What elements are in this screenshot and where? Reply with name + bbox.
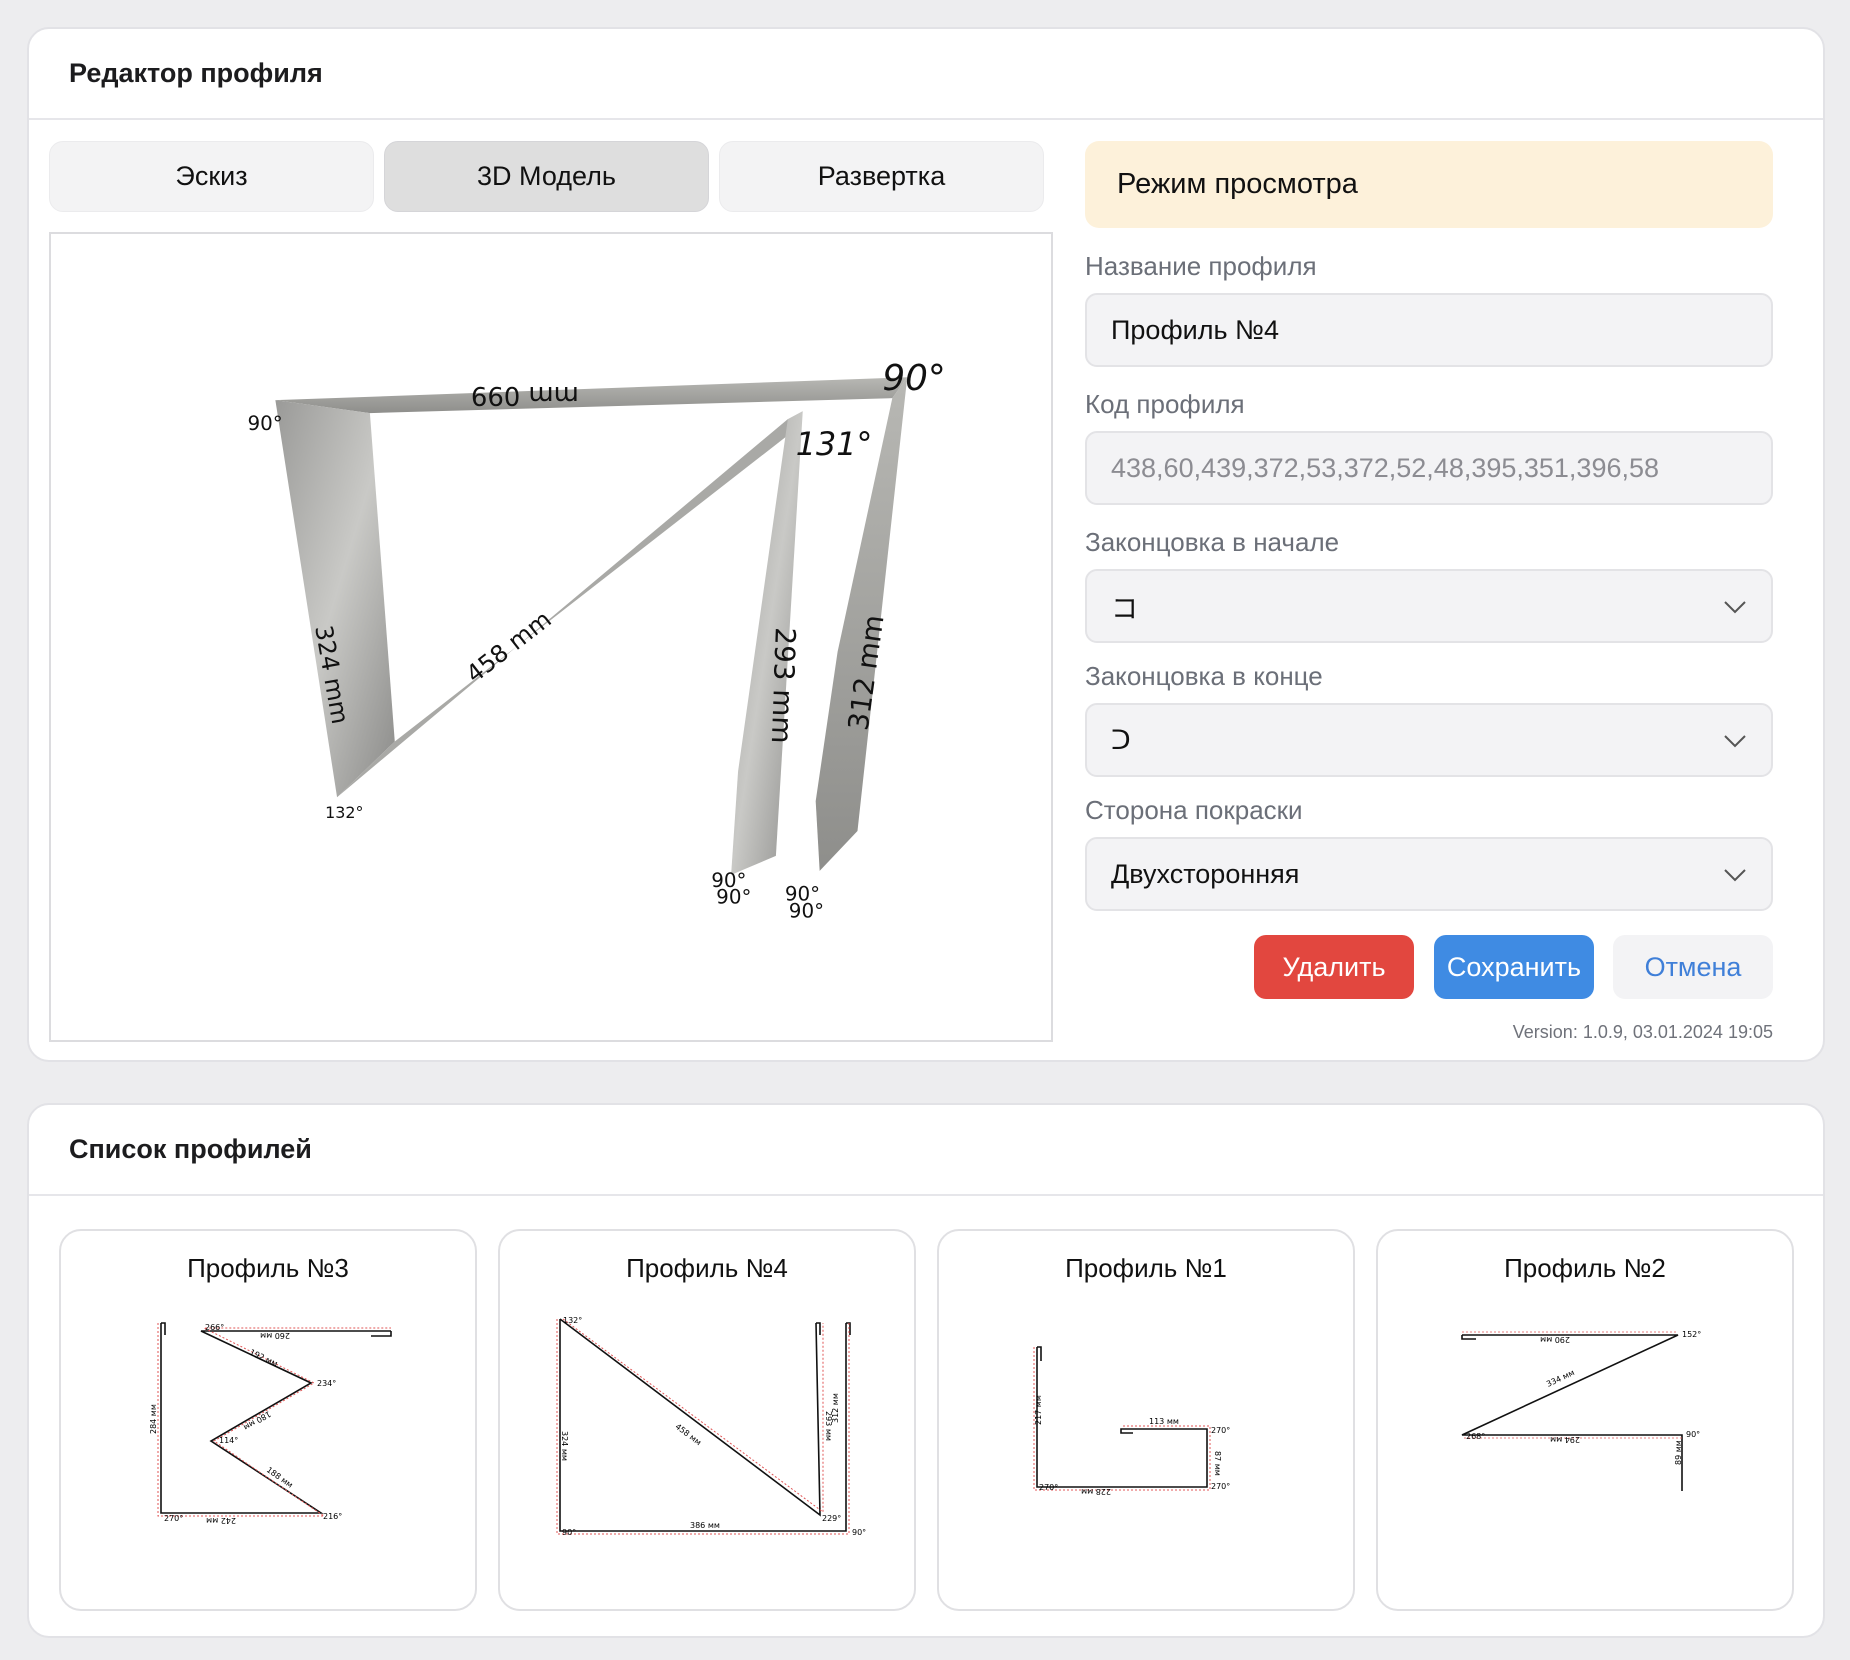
dim-label: 312 мм	[831, 1393, 840, 1423]
paint-side-value: Двухсторонняя	[1111, 858, 1300, 889]
profile-code-field[interactable]: 438,60,439,372,53,372,52,48,395,351,396,…	[1085, 431, 1773, 505]
angle-label: 270°	[164, 1514, 183, 1523]
tab-unfold[interactable]: Развертка	[719, 141, 1044, 212]
angle-top-left: 90°	[248, 412, 283, 435]
angle-label: 114°	[219, 1436, 238, 1445]
view-mode-banner: Режим просмотра	[1085, 141, 1773, 228]
profile-card-title: Профиль №4	[626, 1253, 788, 1283]
paint-side-select[interactable]: Двухсторонняя	[1085, 837, 1773, 911]
3d-viewer[interactable]: mm 099 324 mm 458 mm 293 mm 312 mm 90° 9…	[49, 232, 1053, 1042]
angle-label: 270°	[1211, 1482, 1230, 1491]
dim-label: 290 мм	[1540, 1335, 1570, 1344]
profile-code-label: Код профиля	[1085, 389, 1245, 419]
dim-label: 386 мм	[690, 1521, 720, 1530]
angle-bottom-left: 132°	[325, 803, 363, 822]
profile-card-title: Профиль №2	[1504, 1253, 1666, 1283]
profile-card[interactable]: Профиль №4 132° 324 мм 458 мм 293 мм 312…	[498, 1229, 916, 1611]
angle-label: 90°	[852, 1528, 866, 1537]
angle-bottom-2b: 90°	[789, 900, 824, 923]
profile-list-card: Список профилей Профиль №3 260 мм 192 мм…	[27, 1103, 1825, 1638]
tab-3d-model[interactable]: 3D Модель	[384, 141, 709, 212]
dim-label: 260 мм	[260, 1331, 290, 1340]
angle-label: 270°	[1211, 1426, 1230, 1435]
angle-label: 152°	[1682, 1330, 1701, 1339]
dim-label: 228 мм	[1081, 1487, 1111, 1496]
profile-code-value: 438,60,439,372,53,372,52,48,395,351,396,…	[1111, 452, 1660, 483]
end-ending-select[interactable]: ᑐ	[1085, 703, 1773, 777]
end-ending-value: ᑐ	[1111, 724, 1131, 755]
3d-model-canvas[interactable]: mm 099 324 mm 458 mm 293 mm 312 mm 90° 9…	[51, 234, 1051, 1040]
dim-label: 242 мм	[206, 1516, 236, 1525]
profile-name-value: Профиль №4	[1111, 314, 1280, 345]
profile-card[interactable]: Профиль №3 260 мм 192 мм 234° 180 мм 114…	[59, 1229, 477, 1611]
profile-thumbnail: 217 мм 113 мм 270° 87 мм 270° 228 мм 270…	[1033, 1346, 1230, 1496]
profile-thumbnail: 260 мм 192 мм 234° 180 мм 114° 188 мм 21…	[149, 1322, 392, 1525]
profile-thumbnail: 290 мм 152° 334 мм 268° 294 мм 90° 89 мм	[1461, 1330, 1701, 1491]
dim-label: 89 мм	[1674, 1440, 1683, 1465]
dim-diagonal: 458 mm	[461, 605, 557, 688]
dim-label: 217 мм	[1034, 1395, 1043, 1425]
angle-label: 270°	[1039, 1483, 1058, 1492]
profile-card-title: Профиль №1	[1065, 1253, 1227, 1283]
dim-label: 294 мм	[1550, 1435, 1580, 1444]
dim-label: 458 мм	[674, 1422, 703, 1447]
editor-title: Редактор профиля	[29, 29, 1823, 120]
chevron-down-icon	[1724, 869, 1746, 882]
angle-label: 90°	[562, 1528, 576, 1537]
dim-label: 324 мм	[560, 1431, 569, 1461]
delete-button[interactable]: Удалить	[1254, 935, 1414, 999]
save-button[interactable]: Сохранить	[1434, 935, 1594, 999]
dim-top: mm 099	[471, 380, 579, 410]
angle-label: 234°	[317, 1379, 336, 1388]
chevron-down-icon	[1724, 735, 1746, 748]
diagonal-panel	[337, 419, 800, 798]
chevron-down-icon	[1724, 601, 1746, 614]
angle-bottom-1b: 90°	[716, 886, 751, 909]
tab-sketch[interactable]: Эскиз	[49, 141, 374, 212]
top-panel	[275, 377, 908, 414]
cancel-button[interactable]: Отмена	[1613, 935, 1773, 999]
angle-top-right: 90°	[882, 358, 945, 399]
profile-thumbnail: 132° 324 мм 458 мм 293 мм 312 мм 229° 38…	[556, 1316, 866, 1537]
dim-label: 284 мм	[149, 1404, 158, 1434]
version-info: Version: 1.0.9, 03.01.2024 19:05	[1512, 1022, 1773, 1042]
angle-label: 90°	[1686, 1430, 1700, 1439]
profile-name-field[interactable]: Профиль №4	[1085, 293, 1773, 367]
start-ending-select[interactable]: コ	[1085, 569, 1773, 643]
dim-middle: 293 mm	[765, 627, 802, 744]
profile-card-title: Профиль №3	[187, 1253, 349, 1283]
list-title: Список профилей	[29, 1105, 1823, 1196]
start-ending-value: コ	[1111, 593, 1138, 624]
profile-editor-card: Редактор профиля Эскиз 3D Модель Разверт…	[27, 27, 1825, 1062]
angle-label: 266°	[205, 1323, 224, 1332]
dim-label: 192 мм	[248, 1348, 279, 1369]
profile-card[interactable]: Профиль №2 290 мм 152° 334 мм 268° 294 м…	[1376, 1229, 1794, 1611]
end-ending-label: Законцовка в конце	[1085, 661, 1323, 691]
angle-label: 216°	[323, 1512, 342, 1521]
dim-label: 334 мм	[1545, 1368, 1576, 1389]
profile-name-label: Название профиля	[1085, 251, 1317, 281]
angle-label: 229°	[822, 1514, 841, 1523]
profile-card[interactable]: Профиль №1 217 мм 113 мм 270° 87 мм 270°…	[937, 1229, 1355, 1611]
left-panel	[275, 400, 395, 798]
dim-label: 113 мм	[1149, 1417, 1179, 1426]
dim-label: 87 мм	[1213, 1451, 1222, 1476]
angle-label: 268°	[1466, 1432, 1485, 1441]
angle-inner: 131°	[796, 425, 873, 463]
paint-side-label: Сторона покраски	[1085, 795, 1303, 825]
start-ending-label: Законцовка в начале	[1085, 527, 1340, 557]
angle-label: 132°	[563, 1316, 582, 1325]
